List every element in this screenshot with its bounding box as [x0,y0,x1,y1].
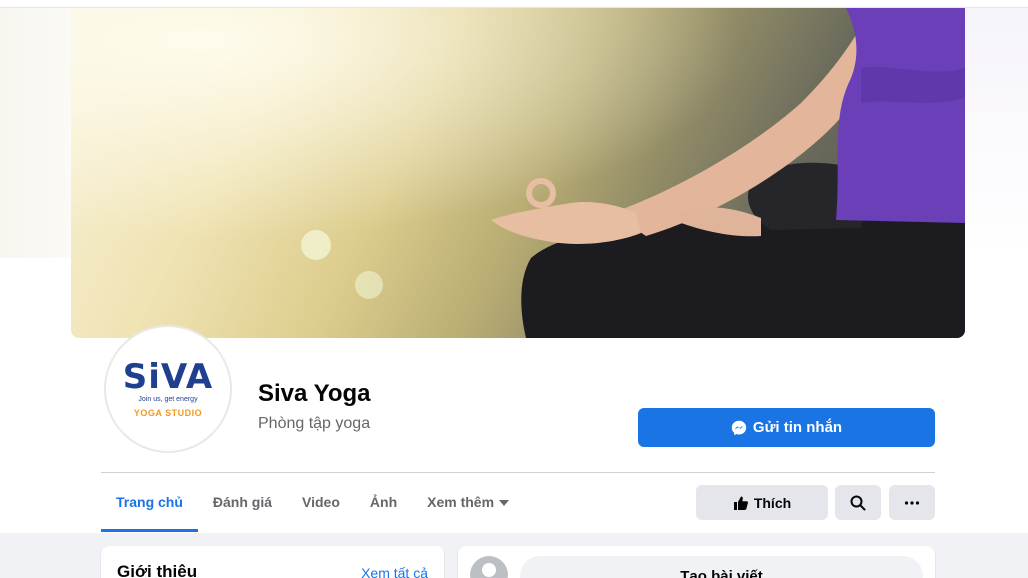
more-icon [904,500,920,505]
logo-studio: YOGA STUDIO [133,408,203,418]
header-divider [101,472,935,473]
page-category: Phòng tập yoga [258,415,371,432]
profile-avatar[interactable]: SiVA Join us, get energy YOGA STUDIO [104,325,232,453]
page-tabs: Trang chủ Đánh giá Video Ảnh Xem thêm [101,482,524,532]
like-button[interactable]: Thích [696,485,828,520]
intro-see-all-link[interactable]: Xem tất cả [361,565,428,578]
intro-card: Giới thiệu Xem tất cả [101,546,444,578]
more-button[interactable] [889,485,935,520]
create-post-label: Tạo bài viết [680,568,763,578]
tab-home[interactable]: Trang chủ [101,482,198,532]
like-label: Thích [753,494,792,511]
tab-video[interactable]: Video [287,482,355,522]
top-border [0,0,1028,8]
thumbs-up-icon [733,496,748,510]
logo-tagline: Join us, get energy [138,396,198,403]
search-icon [850,495,866,510]
search-button[interactable] [835,485,881,520]
tab-photos-label: Ảnh [369,494,398,510]
messenger-icon [731,420,747,435]
page-title: Siva Yoga [258,380,371,407]
send-message-button[interactable]: Gửi tin nhắn [638,408,935,447]
cover-photo[interactable] [71,8,965,338]
tab-reviews-label: Đánh giá [212,494,273,510]
cover-side-left [0,8,72,258]
tab-see-more[interactable]: Xem thêm [412,482,524,522]
tab-home-label: Trang chủ [116,494,183,510]
tab-see-more-label: Xem thêm [427,494,495,510]
logo-wordmark: SiVA [122,357,214,397]
tab-video-label: Video [302,494,340,510]
chevron-down-icon [499,500,510,506]
create-post-button[interactable]: Tạo bài viết [520,556,923,578]
tab-reviews[interactable]: Đánh giá [198,482,287,522]
post-composer-card: Tạo bài viết [458,546,935,578]
cover-side-right [965,8,1028,258]
tab-photos[interactable]: Ảnh [355,482,412,522]
send-message-label: Gửi tin nhắn [752,419,843,436]
avatar[interactable] [470,556,508,578]
intro-title: Giới thiệu [117,562,198,578]
cover-illustration [71,8,965,338]
